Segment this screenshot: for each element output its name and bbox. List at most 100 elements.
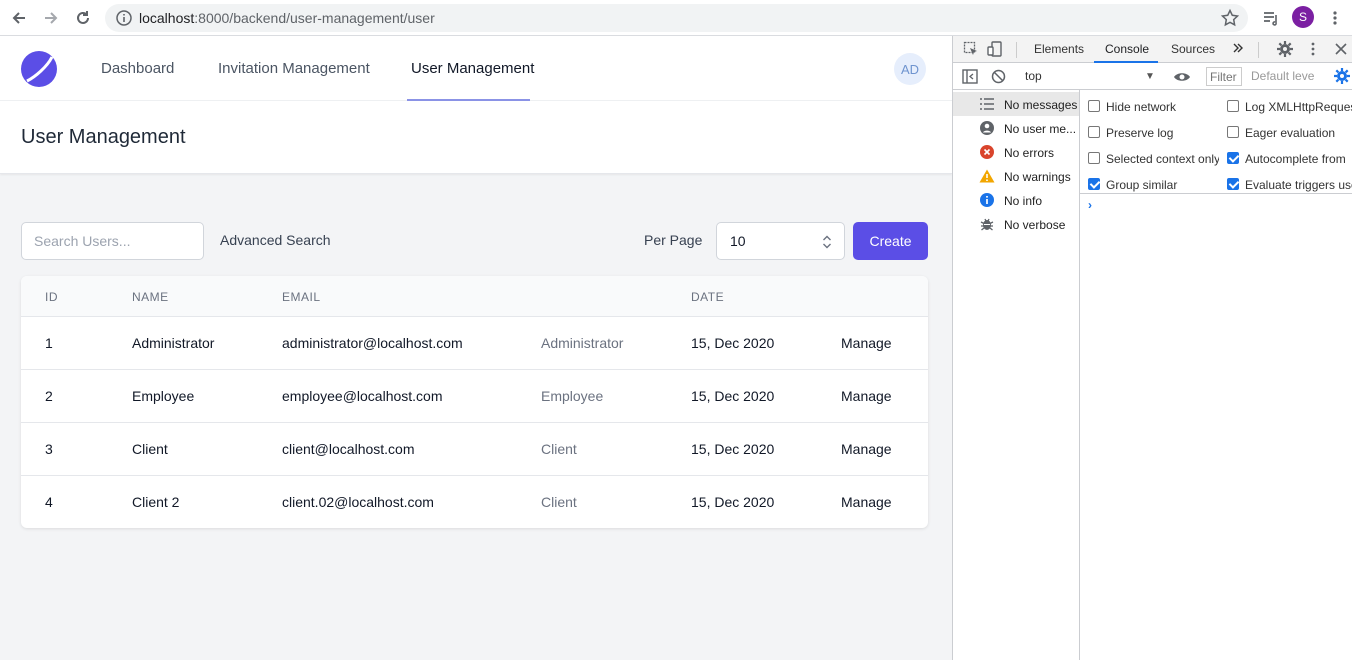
hide-network-checkbox[interactable]: Hide network: [1088, 98, 1218, 116]
checkbox-label: Autocomplete from: [1245, 152, 1346, 166]
table-row: 3 Client client@localhost.com Client 15,…: [21, 423, 928, 476]
profile-avatar[interactable]: S: [1292, 6, 1314, 28]
advanced-search-link[interactable]: Advanced Search: [220, 232, 331, 248]
sidebar-item-label: No info: [1004, 194, 1043, 208]
more-tabs-icon[interactable]: [1232, 41, 1244, 60]
sidebar-item-info[interactable]: No info: [953, 188, 1079, 212]
browser-toolbar: localhost:8000/backend/user-management/u…: [0, 0, 1352, 36]
console-settings-gear-icon[interactable]: [1334, 68, 1350, 89]
filter-input[interactable]: [1206, 67, 1242, 86]
context-selector[interactable]: top: [1025, 69, 1042, 83]
evaluate-triggers-checkbox[interactable]: Evaluate triggers use: [1227, 176, 1352, 194]
checkbox-box[interactable]: [1088, 152, 1100, 164]
list-icon: [979, 96, 995, 112]
manage-link[interactable]: Manage: [841, 335, 892, 351]
search-input[interactable]: [21, 222, 204, 260]
manage-link[interactable]: Manage: [841, 494, 892, 510]
users-table: ID NAME EMAIL DATE 1 Administrator admin…: [21, 276, 928, 528]
address-bar[interactable]: localhost:8000/backend/user-management/u…: [105, 4, 1248, 32]
user-icon: [979, 120, 995, 136]
manage-link[interactable]: Manage: [841, 441, 892, 457]
settings-gear-icon[interactable]: [1277, 41, 1293, 62]
forward-arrow-icon[interactable]: [38, 5, 64, 31]
cell-email: employee@localhost.com: [282, 388, 443, 404]
live-expression-eye-icon[interactable]: [1173, 70, 1191, 88]
checkbox-label: Preserve log: [1106, 126, 1174, 140]
clear-console-icon[interactable]: [991, 69, 1006, 89]
checkbox-box[interactable]: [1088, 100, 1100, 112]
cell-id: 3: [45, 441, 53, 457]
checkbox-label: Hide network: [1106, 100, 1177, 114]
cell-email: administrator@localhost.com: [282, 335, 463, 351]
user-avatar[interactable]: AD: [894, 53, 926, 85]
sidebar-item-label: No warnings: [1004, 170, 1071, 184]
page-header: User Management: [0, 101, 952, 174]
bookmark-star-icon[interactable]: [1220, 8, 1240, 28]
error-icon: [979, 144, 995, 160]
autocomplete-checkbox[interactable]: Autocomplete from: [1227, 150, 1352, 168]
cell-name: Client: [132, 441, 168, 457]
sidebar-item-user-messages[interactable]: No user me...: [953, 116, 1079, 140]
site-info-icon[interactable]: [115, 9, 133, 27]
bug-icon: [979, 216, 995, 232]
nav-invitation-management[interactable]: Invitation Management: [218, 60, 370, 77]
cell-name: Employee: [132, 388, 195, 404]
per-page-select[interactable]: 10: [716, 222, 845, 260]
sidebar-item-verbose[interactable]: No verbose: [953, 212, 1079, 236]
log-xhr-checkbox[interactable]: Log XMLHttpReques: [1227, 98, 1352, 116]
header-name: NAME: [132, 290, 169, 304]
header-email: EMAIL: [282, 290, 321, 304]
cell-date: 15, Dec 2020: [691, 441, 775, 457]
table-header: ID NAME EMAIL DATE: [21, 276, 928, 317]
sidebar-item-label: No user me...: [1004, 122, 1077, 136]
checkbox-box[interactable]: [1227, 178, 1239, 190]
info-icon: [979, 192, 995, 208]
tab-console[interactable]: Console: [1105, 42, 1149, 56]
media-queue-icon[interactable]: [1258, 5, 1284, 31]
preserve-log-checkbox[interactable]: Preserve log: [1088, 124, 1218, 142]
default-levels-dropdown[interactable]: Default leve: [1251, 69, 1314, 83]
cell-email: client.02@localhost.com: [282, 494, 434, 510]
sidebar-item-label: No errors: [1004, 146, 1055, 160]
inspect-element-icon[interactable]: [963, 41, 979, 62]
close-icon[interactable]: [1334, 42, 1348, 61]
sidebar-item-warnings[interactable]: No warnings: [953, 164, 1079, 188]
manage-link[interactable]: Manage: [841, 388, 892, 404]
group-similar-checkbox[interactable]: Group similar: [1088, 176, 1218, 194]
selected-context-checkbox[interactable]: Selected context only: [1088, 150, 1219, 168]
nav-user-management[interactable]: User Management: [411, 60, 534, 77]
cell-role: Administrator: [541, 335, 624, 351]
header-date: DATE: [691, 290, 725, 304]
cell-name: Client 2: [132, 494, 180, 510]
checkbox-box[interactable]: [1227, 100, 1239, 112]
checkbox-box[interactable]: [1088, 126, 1100, 138]
cell-date: 15, Dec 2020: [691, 388, 775, 404]
kebab-menu-icon[interactable]: [1322, 5, 1348, 31]
sidebar-item-messages[interactable]: No messages: [953, 92, 1079, 116]
top-navigation: Dashboard Invitation Management User Man…: [0, 36, 952, 101]
tab-sources[interactable]: Sources: [1171, 42, 1215, 56]
toolbar-separator: [1258, 42, 1259, 58]
cell-date: 15, Dec 2020: [691, 335, 775, 351]
checkbox-box[interactable]: [1088, 178, 1100, 190]
cell-role: Client: [541, 494, 577, 510]
sidebar-item-errors[interactable]: No errors: [953, 140, 1079, 164]
per-page-value: 10: [730, 233, 746, 249]
app-logo[interactable]: [21, 51, 57, 87]
reload-icon[interactable]: [70, 5, 96, 31]
devtools-panel: Elements Console Sources top ▼ Default: [952, 36, 1352, 660]
customize-menu-icon[interactable]: [1310, 41, 1316, 62]
tab-elements[interactable]: Elements: [1034, 42, 1084, 56]
eager-evaluation-checkbox[interactable]: Eager evaluation: [1227, 124, 1352, 142]
back-arrow-icon[interactable]: [6, 5, 32, 31]
checkbox-box[interactable]: [1227, 152, 1239, 164]
nav-dashboard[interactable]: Dashboard: [101, 60, 174, 77]
header-id: ID: [45, 290, 58, 304]
create-button[interactable]: Create: [853, 222, 928, 260]
device-toolbar-icon[interactable]: [987, 41, 1003, 62]
console-prompt[interactable]: ›: [1088, 198, 1092, 212]
cell-id: 1: [45, 335, 53, 351]
console-settings: Hide network Log XMLHttpReques Preserve …: [1080, 90, 1352, 194]
checkbox-box[interactable]: [1227, 126, 1239, 138]
sidebar-toggle-icon[interactable]: [962, 69, 978, 89]
